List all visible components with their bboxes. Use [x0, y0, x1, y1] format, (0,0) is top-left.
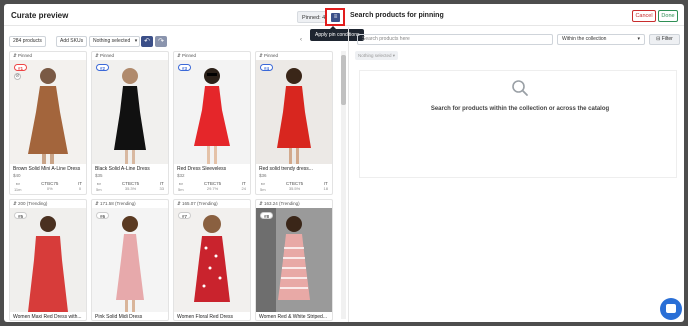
product-name: Black Solid A-Line Dress — [95, 166, 150, 172]
selection-dropdown[interactable]: Nothing selected ▾ — [89, 36, 141, 47]
undo-icon[interactable]: ↶ — [141, 36, 153, 47]
product-image: #1 ⊘ — [10, 60, 86, 164]
pin-rank-badge: #2 — [96, 64, 110, 71]
scope-label: Within the collection — [562, 36, 607, 42]
modal-header: Curate preview Pinned: 4 ≡ Apply pin con… — [4, 4, 684, 41]
search-placeholder: Search products here — [362, 36, 410, 42]
card-status: ⇵ Pinned — [95, 53, 115, 58]
search-icon — [512, 80, 528, 96]
card-status: ⇵ Pinned — [177, 53, 197, 58]
product-card[interactable]: ⇵ Pinned #3 Red Dress Sleeveless $32 ▭ 5m… — [173, 51, 251, 195]
add-skus-button[interactable]: Add SKUs — [56, 36, 88, 47]
filter-button[interactable]: ⊟ Filter — [649, 34, 680, 45]
empty-state-message: Search for products within the collectio… — [430, 106, 610, 112]
product-card[interactable]: ⇵ Pinned #4 Red solid trendy dress... $3… — [255, 51, 333, 195]
scrollbar-thumb[interactable] — [341, 55, 346, 105]
card-status: ⇵ 163.24 (Trending) — [259, 201, 300, 206]
empty-state: Search for products within the collectio… — [359, 70, 677, 178]
rank-badge: #8 — [260, 212, 274, 219]
card-status: ⇵ 171.58 (Trending) — [95, 201, 136, 206]
product-stats: ▭ 5m CTBC75 35.3% IT 33 — [96, 181, 164, 192]
rank-badge: #5 — [14, 212, 28, 219]
product-stats: ▭ 5m CTBC75 29.7% IT 24 — [178, 181, 246, 192]
product-stats: ▭ 5m CTBC75 35.5% IT 18 — [260, 181, 328, 192]
product-name: Brown Solid Mini A-Line Dress — [13, 166, 81, 172]
grid-scrollbar[interactable] — [341, 51, 346, 319]
rank-badge: #6 — [96, 212, 110, 219]
search-panel-title: Search products for pinning — [350, 12, 444, 19]
product-name: Women Maxi Red Dress with... — [13, 314, 82, 320]
product-name: Women Floral Red Dress — [177, 314, 234, 320]
product-card[interactable]: ⇵ 163.24 (Trending) #8 Women Red & White… — [255, 199, 333, 321]
selection-dropdown[interactable]: Nothing selected ▾ — [355, 51, 399, 60]
products-count-dropdown[interactable]: 284 products — [9, 36, 46, 47]
card-status: ⇵ 165.07 (Trending) — [177, 201, 218, 206]
apply-pin-conditions-button[interactable]: ≡ — [325, 8, 345, 26]
product-card[interactable]: ⇵ 200 (Trending) #5 Women Maxi Red Dress… — [9, 199, 87, 321]
search-input[interactable]: Search products here — [357, 34, 553, 45]
pin-rank-badge: #1 — [14, 64, 28, 71]
product-image: #6 — [92, 208, 168, 312]
filter-label: Filter — [661, 36, 673, 42]
unpin-icon[interactable]: ⊘ — [14, 73, 21, 80]
filter-icon: ⊟ — [656, 36, 661, 42]
product-image: #3 — [174, 60, 250, 164]
product-image: #2 — [92, 60, 168, 164]
preview-panel: 284 products Add SKUs Nothing selected ▾… — [4, 27, 348, 322]
card-status: ⇵ Pinned — [13, 53, 33, 58]
product-card[interactable]: ⇵ 165.07 (Trending) #7 Women Floral Red … — [173, 199, 251, 321]
redo-icon[interactable]: ↷ — [155, 36, 167, 47]
product-stats: ▭ 11m CTBC75 0% IT 0 — [14, 181, 82, 192]
page-title: Curate preview — [11, 11, 69, 20]
chevron-left-icon[interactable]: ‹ — [300, 37, 302, 43]
product-image: #5 — [10, 208, 86, 312]
product-card[interactable]: ⇵ Pinned #1 ⊘ Brown Solid Mini A-Line Dr… — [9, 51, 87, 195]
product-image: #7 — [174, 208, 250, 312]
card-status: ⇵ 200 (Trending) — [13, 201, 48, 206]
cancel-button[interactable]: Cancel — [632, 10, 656, 22]
chevron-down-icon: ▾ — [637, 36, 640, 42]
product-name: Red solid trendy dress... — [259, 166, 313, 172]
product-name: Pink Solid Midi Dress — [95, 314, 143, 320]
product-name: Red Dress Sleeveless — [177, 166, 227, 172]
product-image: #4 — [256, 60, 332, 164]
rank-badge: #7 — [178, 212, 192, 219]
card-status: ⇵ Pinned — [259, 53, 279, 58]
product-card[interactable]: ⇵ 171.58 (Trending) #6 Pink Solid Midi D… — [91, 199, 169, 321]
search-panel: Search products here Within the collecti… — [348, 27, 684, 322]
selection-label: Nothing selected — [93, 38, 131, 44]
pin-rank-badge: #3 — [178, 64, 192, 71]
pin-rank-badge: #4 — [260, 64, 274, 71]
product-image: #8 — [256, 208, 332, 312]
curate-preview-modal: Curate preview Pinned: 4 ≡ Apply pin con… — [4, 4, 684, 322]
product-card[interactable]: ⇵ Pinned #2 Black Solid A-Line Dress $35… — [91, 51, 169, 195]
product-grid: ⇵ Pinned #1 ⊘ Brown Solid Mini A-Line Dr… — [9, 51, 341, 322]
done-button[interactable]: Done — [658, 10, 678, 22]
chat-support-button[interactable] — [660, 298, 682, 320]
chevron-down-icon: ▾ — [134, 38, 138, 44]
scope-dropdown[interactable]: Within the collection ▾ — [557, 34, 645, 45]
product-name: Women Red & White Striped... — [259, 314, 327, 320]
pin-conditions-icon: ≡ — [331, 13, 340, 22]
